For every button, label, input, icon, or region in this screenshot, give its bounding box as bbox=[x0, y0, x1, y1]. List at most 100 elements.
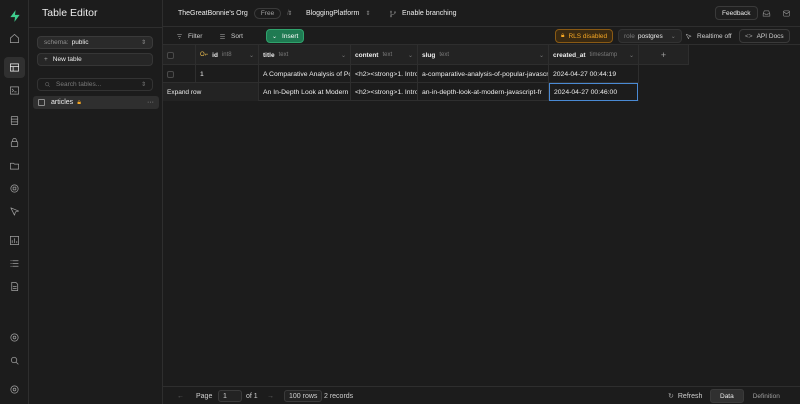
database-icon[interactable] bbox=[4, 110, 25, 131]
table-row[interactable]: 1 A Comparative Analysis of Popular <h2>… bbox=[163, 65, 639, 83]
help-icon[interactable] bbox=[780, 7, 792, 19]
new-table-button[interactable]: + New table bbox=[37, 53, 153, 66]
home-icon[interactable] bbox=[4, 28, 25, 49]
sort-label: Sort bbox=[231, 32, 243, 40]
plan-badge: Free bbox=[253, 8, 282, 19]
table-editor-icon[interactable] bbox=[4, 57, 25, 78]
schema-value: public bbox=[71, 39, 89, 46]
schema-selector[interactable]: schema: public ⇕ bbox=[37, 36, 153, 49]
cell-title[interactable]: A Comparative Analysis of Popular bbox=[259, 65, 351, 83]
prev-page-icon[interactable]: ← bbox=[177, 390, 184, 402]
table-row[interactable]: Expand row An In-Depth Look at Modern <h… bbox=[163, 83, 639, 101]
column-type: timestamp bbox=[589, 52, 618, 58]
edge-functions-icon[interactable] bbox=[4, 178, 25, 199]
role-selector[interactable]: role postgres ⌄ bbox=[618, 29, 682, 43]
chevron-down-icon[interactable]: ⌄ bbox=[539, 52, 544, 59]
page-count: of 1 bbox=[246, 392, 258, 400]
chevron-down-icon[interactable]: ⌄ bbox=[408, 52, 413, 59]
select-all-checkbox-cell[interactable] bbox=[163, 45, 196, 65]
org-breadcrumb[interactable]: TheGreatBonnie's Org Free ⇕ bbox=[178, 0, 292, 27]
role-label: role bbox=[624, 32, 635, 40]
plus-icon: + bbox=[44, 56, 48, 63]
row-checkbox-cell[interactable] bbox=[163, 65, 196, 83]
page-label: Page bbox=[196, 392, 213, 400]
chevron-down-icon[interactable]: ⌄ bbox=[629, 52, 634, 59]
row-checkbox[interactable] bbox=[167, 70, 174, 78]
add-column-button[interactable]: + bbox=[639, 45, 689, 65]
api-docs-nav-icon[interactable] bbox=[4, 276, 25, 297]
expand-row-button[interactable]: Expand row bbox=[163, 83, 259, 101]
search-tables-input[interactable]: Search tables... ⇕ bbox=[37, 78, 153, 91]
cell-created-at[interactable]: 2024-04-27 00:44:19 bbox=[549, 65, 639, 83]
column-header-slug[interactable]: slug text ⌄ bbox=[418, 45, 549, 65]
table-sidebar: Table Editor schema: public ⇕ + New tabl… bbox=[29, 0, 163, 404]
data-grid: O⌐ id int8 ⌄ title text ⌄ content text ⌄… bbox=[163, 45, 800, 386]
column-type: text bbox=[382, 52, 393, 58]
realtime-icon[interactable] bbox=[4, 201, 25, 222]
schema-label: schema: bbox=[44, 39, 69, 46]
chevron-down-icon[interactable]: ⌄ bbox=[341, 52, 346, 59]
filter-icon bbox=[177, 34, 182, 38]
refresh-button[interactable]: ↻ Refresh bbox=[668, 390, 702, 402]
search-placeholder: Search tables... bbox=[56, 81, 102, 88]
search-icon[interactable] bbox=[4, 350, 25, 371]
cell-id[interactable]: 1 bbox=[196, 65, 259, 83]
inbox-icon[interactable] bbox=[760, 7, 772, 19]
rls-label: RLS disabled bbox=[568, 32, 608, 40]
column-header-content[interactable]: content text ⌄ bbox=[351, 45, 418, 65]
enable-branching-button[interactable]: Enable branching bbox=[389, 0, 457, 27]
filter-button[interactable]: Filter bbox=[171, 29, 207, 43]
rows-per-page-select[interactable]: 100 rows bbox=[284, 390, 323, 402]
chevron-down-icon: ⌄ bbox=[272, 33, 278, 40]
storage-icon[interactable] bbox=[4, 155, 25, 176]
column-header-id[interactable]: O⌐ id int8 ⌄ bbox=[196, 45, 259, 65]
settings-icon[interactable] bbox=[4, 327, 25, 348]
sidebar-item-articles[interactable]: articles 🔒︎ ··· bbox=[33, 96, 159, 109]
select-all-checkbox[interactable] bbox=[167, 51, 174, 59]
tab-data[interactable]: Data bbox=[710, 389, 744, 403]
insert-button[interactable]: ⌄ Insert bbox=[266, 29, 305, 43]
column-header-title[interactable]: title text ⌄ bbox=[259, 45, 351, 65]
cell-content[interactable]: <h2><strong>1. Introduction bbox=[351, 83, 418, 101]
auth-icon[interactable] bbox=[4, 132, 25, 153]
table-icon bbox=[38, 99, 45, 106]
reports-icon[interactable] bbox=[4, 230, 25, 251]
filter-icon[interactable]: ⇕ bbox=[141, 81, 146, 88]
new-table-label: New table bbox=[52, 56, 82, 63]
sort-button[interactable]: Sort bbox=[214, 29, 248, 43]
logs-icon[interactable] bbox=[4, 253, 25, 274]
api-docs-button[interactable]: <> API Docs bbox=[739, 29, 790, 43]
branching-label: Enable branching bbox=[402, 10, 457, 17]
view-tabs: Data Definition bbox=[710, 389, 789, 403]
next-page-icon[interactable]: → bbox=[267, 390, 274, 402]
column-name: id bbox=[212, 51, 218, 59]
lock-icon: 🔒︎ bbox=[77, 98, 81, 106]
insert-label: Insert bbox=[282, 32, 299, 40]
page-value: 1 bbox=[218, 390, 242, 402]
chevron-down-icon[interactable]: ⌄ bbox=[249, 52, 254, 59]
supabase-logo-icon[interactable] bbox=[4, 5, 25, 26]
breadcrumb-separator: / bbox=[287, 10, 289, 17]
rls-disabled-button[interactable]: 🔒︎ RLS disabled bbox=[555, 29, 614, 43]
chevron-updown-icon: ⇕ bbox=[365, 11, 371, 17]
filter-label: Filter bbox=[188, 32, 203, 40]
more-icon[interactable]: ··· bbox=[147, 99, 154, 106]
avatar[interactable] bbox=[4, 379, 25, 400]
refresh-label: Refresh bbox=[677, 392, 703, 400]
rows-per-page-value: 100 rows bbox=[284, 390, 323, 402]
sql-editor-icon[interactable] bbox=[4, 80, 25, 101]
cell-content[interactable]: <h2><strong>1. Introduction bbox=[351, 65, 418, 83]
feedback-button[interactable]: Feedback bbox=[715, 6, 758, 20]
tab-definition[interactable]: Definition bbox=[744, 389, 789, 403]
grid-footer: ← Page 1 of 1 → 100 rows 2 records ↻ Ref… bbox=[163, 386, 800, 404]
cell-slug[interactable]: a-comparative-analysis-of-popular-javasc… bbox=[418, 65, 549, 83]
cell-created-at-selected[interactable]: 2024-04-27 00:46:00 bbox=[549, 83, 638, 101]
project-breadcrumb[interactable]: BloggingPlatform ⇕ bbox=[306, 0, 370, 27]
cell-slug[interactable]: an-in-depth-look-at-modern-javascript-fr bbox=[418, 83, 549, 101]
org-name: TheGreatBonnie's Org bbox=[178, 10, 248, 17]
cell-title[interactable]: An In-Depth Look at Modern bbox=[259, 83, 351, 101]
page-input[interactable]: 1 bbox=[218, 390, 242, 402]
column-header-created-at[interactable]: created_at timestamp ⌄ bbox=[549, 45, 639, 65]
realtime-button[interactable]: Realtime off bbox=[680, 29, 737, 43]
project-name: BloggingPlatform bbox=[306, 10, 360, 17]
